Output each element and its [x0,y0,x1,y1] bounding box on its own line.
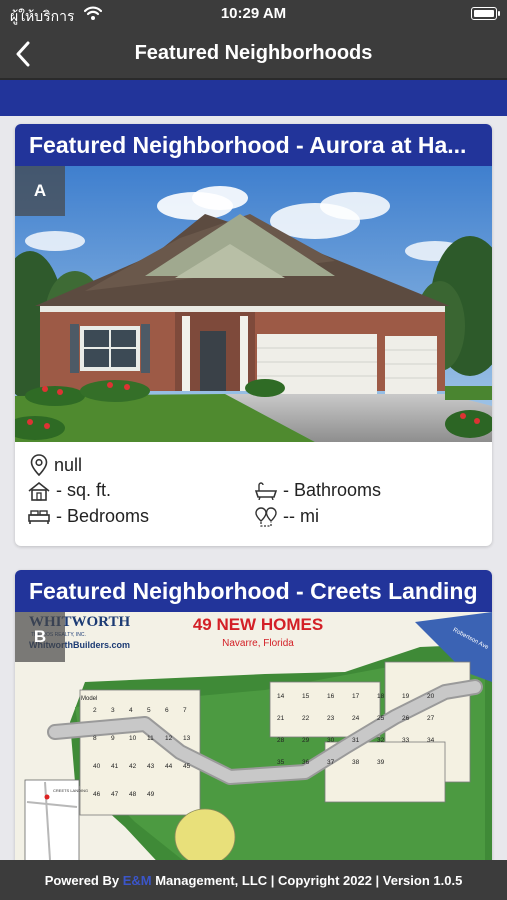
model-label: Model [81,696,97,702]
clock: 10:29 AM [220,5,287,22]
house-icon [28,481,50,501]
lot-number: 43 [147,763,155,770]
lot-number: 8 [93,735,97,742]
lot-number: 15 [302,693,310,700]
lot-number: 13 [183,735,191,742]
sqft-text: - sq. ft. [56,480,112,500]
footer-prefix: Powered By [44,873,123,888]
bed-icon [28,509,50,524]
lot-number: 38 [352,759,360,766]
lot-number: 42 [129,763,137,770]
lot-number: 22 [302,715,310,722]
lot-number: 48 [129,791,137,798]
lot-number: 33 [402,737,410,744]
lot-number: 41 [111,763,119,770]
nav-bar: Featured Neighborhoods [0,30,507,78]
neighborhood-photo: A [15,166,492,442]
site-headline: 49 NEW HOMES [193,615,323,634]
site-plan-map: WHITWORTH THE ROS REALTY, INC. Whitworth… [15,612,492,870]
neighborhood-card[interactable]: Featured Neighborhood - Creets Landing W… [15,570,492,870]
bedrooms-text: - Bedrooms [56,506,150,526]
location-pin-icon [30,454,48,476]
lot-number: 12 [165,735,173,742]
status-bar: ผู้ให้บริการ 10:29 AM [0,0,507,30]
lot-number: 40 [93,763,101,770]
lot-number: 24 [352,715,360,722]
sqft-row: - sq. ft. [28,480,111,501]
inset-label: CREETS LANDING [53,788,88,793]
header-band [0,80,507,116]
lot-number: 37 [327,759,335,766]
location-text: null [54,454,83,475]
page-title: Featured Neighborhoods [134,42,373,64]
lot-number: 6 [165,707,169,714]
house-rendering [15,166,492,442]
lot-number: 14 [277,693,285,700]
lot-number: 29 [302,737,310,744]
lot-number: 7 [183,707,187,714]
lot-number: 27 [427,715,435,722]
listing-details: null - sq. ft. - Bathrooms - Bedrooms --… [15,442,492,546]
neighborhood-card[interactable]: Featured Neighborhood - Aurora at Ha... [15,124,492,546]
lot-number: 34 [427,737,435,744]
lot-number: 31 [352,737,360,744]
lot-number: 28 [277,737,285,744]
lot-number: 16 [327,693,335,700]
lot-number: 20 [427,693,435,700]
lot-number: 5 [147,707,151,714]
lot-number: 19 [402,693,410,700]
lot-number: 39 [377,759,385,766]
distance-row: -- mi [255,506,319,527]
lot-number: 21 [277,715,285,722]
lot-number: 17 [352,693,360,700]
lot-number: 23 [327,715,335,722]
lot-number: 3 [111,707,115,714]
lot-number: 44 [165,763,173,770]
footer-suffix: Management, LLC | Copyright 2022 | Versi… [151,873,463,888]
distance-text: -- mi [283,506,319,526]
footer-brand: E&M [122,873,152,888]
lot-number: 11 [147,735,154,742]
lot-number: 49 [147,791,155,798]
bathrooms-row: - Bathrooms [255,480,381,501]
bedrooms-row: - Bedrooms [28,506,149,527]
lot-number: 2 [93,707,97,714]
lot-number: 10 [129,735,137,742]
lot-number: 26 [402,715,410,722]
neighborhood-site-map: WHITWORTH THE ROS REALTY, INC. Whitworth… [15,612,492,870]
distance-pins-icon [255,506,277,527]
lot-number: 4 [129,707,133,714]
map-marker-badge: A [15,166,65,216]
lot-number: 18 [377,693,385,700]
bathrooms-text: - Bathrooms [283,480,382,500]
lot-number: 32 [377,737,385,744]
lot-number: 47 [111,791,119,798]
lot-number: 36 [302,759,310,766]
lot-number: 30 [327,737,335,744]
lot-number: 9 [111,735,115,742]
lot-number: 25 [377,715,385,722]
lot-number: 45 [183,763,191,770]
lot-number: 35 [277,759,285,766]
bathtub-icon [255,481,277,500]
footer: Powered By E&M Management, LLC | Copyrig… [0,860,507,900]
back-button[interactable] [8,38,38,70]
card-title: Featured Neighborhood - Creets Landing [15,570,492,612]
card-title: Featured Neighborhood - Aurora at Ha... [15,124,492,166]
location-row: null [30,454,82,476]
battery-icon [471,7,500,20]
lot-number: 46 [93,791,101,798]
site-city: Navarre, Florida [222,638,294,649]
map-marker-badge: B [15,612,65,662]
battery-level [473,9,494,17]
chevron-left-icon [16,41,30,67]
